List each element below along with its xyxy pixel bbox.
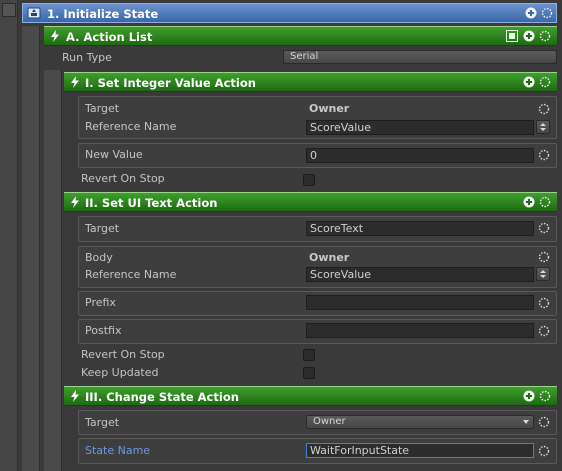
settings-dots-icon[interactable] [538,416,550,428]
action2-postfix-field[interactable] [306,323,534,338]
lightning-icon [71,196,79,208]
action2-prefix-label: Prefix [85,296,116,309]
action2-keep-checkbox[interactable] [303,367,315,379]
up-down-arrows-icon [540,123,546,131]
action1-newvalue-value: 0 [310,149,317,162]
settings-dots-icon[interactable] [539,30,551,42]
settings-dots-icon[interactable] [538,325,550,337]
lightning-icon [51,30,59,42]
add-icon[interactable] [523,196,535,208]
settings-dots-icon[interactable] [538,149,550,161]
gutter-level-0 [0,0,18,471]
settings-dots-icon[interactable] [539,76,551,88]
action3-target-dropdown[interactable]: Owner [306,415,534,429]
action2-ref-field[interactable]: ScoreValue [306,267,534,282]
action3-statename-value: WaitForInputState [310,444,410,457]
state-title: 1. Initialize State [47,7,159,21]
up-down-arrows-icon [540,270,546,278]
action2-target-field[interactable]: ScoreText [306,221,534,236]
action1-title: I. Set Integer Value Action [85,76,256,90]
settings-dots-icon[interactable] [538,251,550,263]
chevron-down-icon [523,420,529,424]
action2-prefix-field[interactable] [306,295,534,310]
action2-ref-dropdown-button[interactable] [536,267,550,281]
action2-keep-label: Keep Updated [81,366,159,379]
action1-ref-label: Reference Name [85,120,177,133]
action2-revert-checkbox[interactable] [303,349,315,361]
state-header[interactable]: 1. Initialize State [22,3,557,23]
action2-header[interactable]: II. Set UI Text Action [64,192,557,212]
action1-target-label: Target [85,102,120,115]
add-icon[interactable] [525,7,537,19]
foldout-handle[interactable] [2,3,16,17]
action1-header[interactable]: I. Set Integer Value Action [64,72,557,92]
action2-target-value: ScoreText [310,222,364,235]
action2-body-value[interactable]: Owner [309,251,349,264]
action1-newvalue-field[interactable]: 0 [306,148,534,163]
settings-dots-icon[interactable] [541,7,553,19]
settings-dots-icon[interactable] [538,222,550,234]
settings-dots-icon[interactable] [539,390,551,402]
action2-ref-label: Reference Name [85,268,177,281]
gutter-level-1 [22,26,40,471]
action2-revert-label: Revert On Stop [81,348,165,361]
action1-newvalue-label: New Value [85,148,143,161]
action2-ref-value: ScoreValue [310,268,372,281]
add-icon[interactable] [523,390,535,402]
action3-target-value: Owner [313,416,346,427]
action1-target-value[interactable]: Owner [309,102,349,115]
toggle-icon[interactable] [506,30,518,42]
action1-ref-field[interactable]: ScoreValue [306,120,534,135]
action2-body-label: Body [85,251,113,264]
action2-target-label: Target [85,222,120,235]
action3-header[interactable]: III. Change State Action [64,386,557,406]
action2-postfix-label: Postfix [85,324,122,337]
action1-revert-label: Revert On Stop [81,172,165,185]
run-type-value: Serial [290,51,319,62]
action3-target-label: Target [85,416,120,429]
action-list-header[interactable]: A. Action List [44,26,557,46]
run-type-label: Run Type [62,51,112,64]
add-icon[interactable] [523,76,535,88]
settings-dots-icon[interactable] [538,297,550,309]
settings-dots-icon[interactable] [539,196,551,208]
add-icon[interactable] [523,30,535,42]
run-type-dropdown[interactable]: Serial [283,50,557,64]
action2-title: II. Set UI Text Action [85,196,218,210]
settings-dots-icon[interactable] [538,445,550,457]
lightning-icon [71,76,79,88]
action1-revert-checkbox[interactable] [303,174,315,186]
action-list-title: A. Action List [66,30,153,44]
action3-title: III. Change State Action [85,390,239,404]
settings-dots-icon[interactable] [538,103,550,115]
action1-ref-value: ScoreValue [310,121,372,134]
gutter-level-2 [44,70,62,471]
lightning-icon [71,390,79,402]
action1-ref-dropdown-button[interactable] [536,120,550,134]
action3-statename-label: State Name [85,444,151,457]
action3-statename-field[interactable]: WaitForInputState [306,443,534,458]
state-icon [27,7,41,19]
